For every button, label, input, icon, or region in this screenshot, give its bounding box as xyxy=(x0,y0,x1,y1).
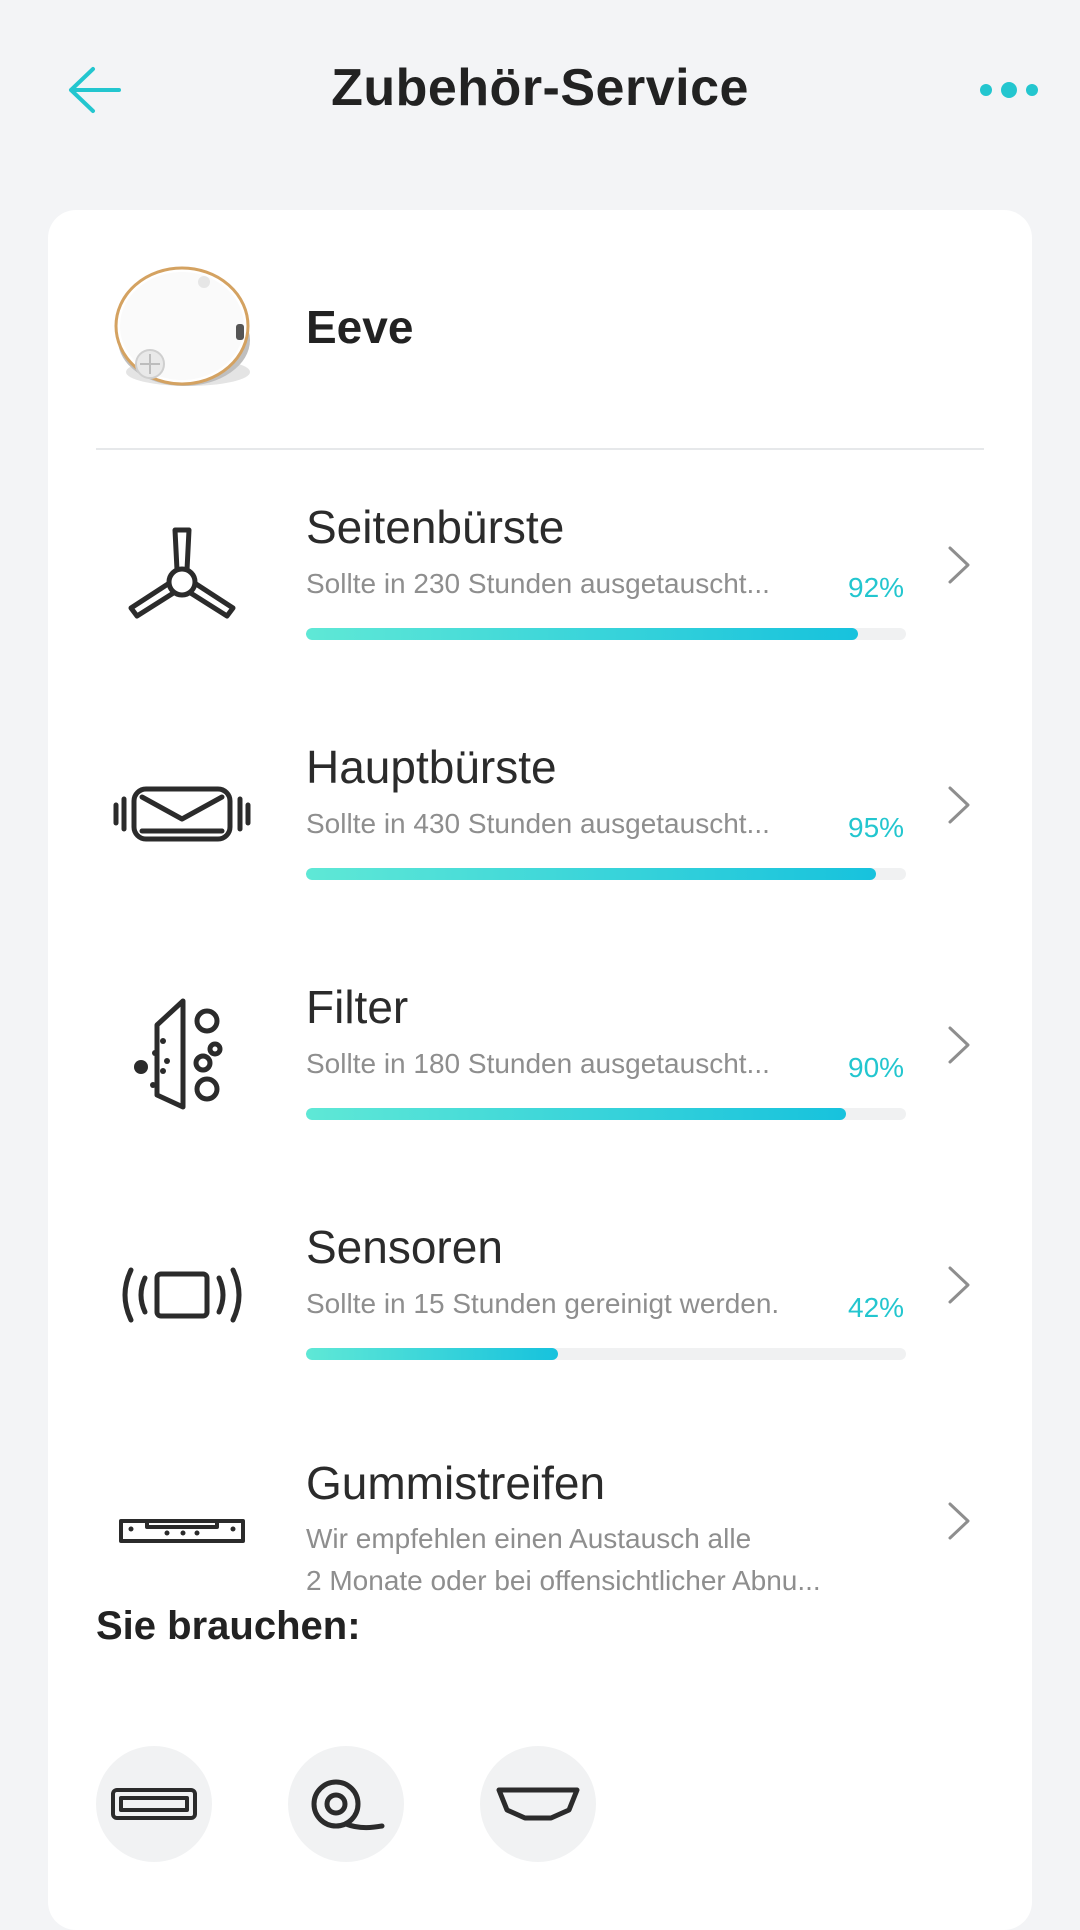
item-percent: 90% xyxy=(848,1052,905,1083)
need-mop-bracket-button[interactable] xyxy=(480,1746,596,1862)
item-main-brush[interactable]: Hauptbürste Sollte in 430 Stunden ausget… xyxy=(48,700,1032,930)
item-filter[interactable]: Filter Sollte in 180 Stunden ausgetausch… xyxy=(48,940,1032,1170)
item-subtitle: Sollte in 230 Stunden ausgetauscht... xyxy=(306,568,770,599)
progress-fill xyxy=(306,628,858,640)
progress-fill xyxy=(306,1108,846,1120)
filter-icon xyxy=(112,990,252,1120)
item-subtitle: Wir empfehlen einen Austausch alle 2 Mon… xyxy=(306,1518,946,1602)
progress-fill xyxy=(306,868,876,880)
item-sensors[interactable]: Sensoren Sollte in 15 Stunden gereinigt … xyxy=(48,1180,1032,1410)
need-main-brush-button[interactable] xyxy=(96,1746,212,1862)
item-subtitle: Sollte in 430 Stunden ausgetauscht... xyxy=(306,808,770,839)
needs-title: Sie brauchen: xyxy=(96,1604,361,1648)
more-dots-icon xyxy=(980,82,1038,98)
rubber-strip-icon xyxy=(112,1466,252,1596)
mop-bracket-icon xyxy=(496,1787,580,1821)
side-brush-icon xyxy=(112,510,252,640)
item-title: Hauptbürste xyxy=(306,741,557,793)
item-subtitle: Sollte in 15 Stunden gereinigt werden. xyxy=(306,1288,780,1319)
progress-bar xyxy=(306,1108,906,1120)
item-side-brush[interactable]: Seitenbürste Sollte in 230 Stunden ausge… xyxy=(48,460,1032,690)
item-subtitle: Sollte in 180 Stunden ausgetauscht... xyxy=(306,1048,770,1079)
item-subtitle-line-1: Wir empfehlen einen Austausch alle xyxy=(306,1523,752,1554)
side-brush-wheel-icon xyxy=(311,1779,385,1831)
item-title: Filter xyxy=(306,981,409,1033)
item-percent: 42% xyxy=(848,1292,905,1323)
chevron-right-icon xyxy=(948,546,970,584)
need-side-brush-button[interactable] xyxy=(288,1746,404,1862)
more-options-button[interactable] xyxy=(974,70,1044,110)
item-title: Sensoren xyxy=(306,1221,503,1273)
chevron-right-icon xyxy=(948,1502,970,1540)
accessories-card: Eeve Seitenbürste Sollte in 230 Stunden … xyxy=(48,210,1032,1930)
robot-vacuum-image xyxy=(112,252,262,402)
item-percent: 95% xyxy=(848,812,905,843)
chevron-right-icon xyxy=(948,786,970,824)
divider xyxy=(96,448,984,450)
device-row: Eeve xyxy=(48,210,1032,450)
progress-fill xyxy=(306,1348,558,1360)
device-name: Eeve xyxy=(306,301,414,353)
chevron-right-icon xyxy=(948,1266,970,1304)
item-subtitle-line-2: 2 Monate oder bei offensichtlicher Abnu.… xyxy=(306,1565,821,1596)
progress-bar xyxy=(306,1348,906,1360)
item-title: Seitenbürste xyxy=(306,501,565,553)
item-percent: 92% xyxy=(848,572,905,603)
item-title: Gummistreifen xyxy=(306,1457,606,1509)
progress-bar xyxy=(306,868,906,880)
top-bar: Zubehör-Service xyxy=(0,0,1080,180)
progress-bar xyxy=(306,628,906,640)
main-brush-icon xyxy=(112,750,252,880)
sensor-icon xyxy=(112,1230,252,1360)
page-title: Zubehör-Service xyxy=(331,59,749,117)
main-brush-small-icon xyxy=(111,1788,197,1820)
chevron-right-icon xyxy=(948,1026,970,1064)
